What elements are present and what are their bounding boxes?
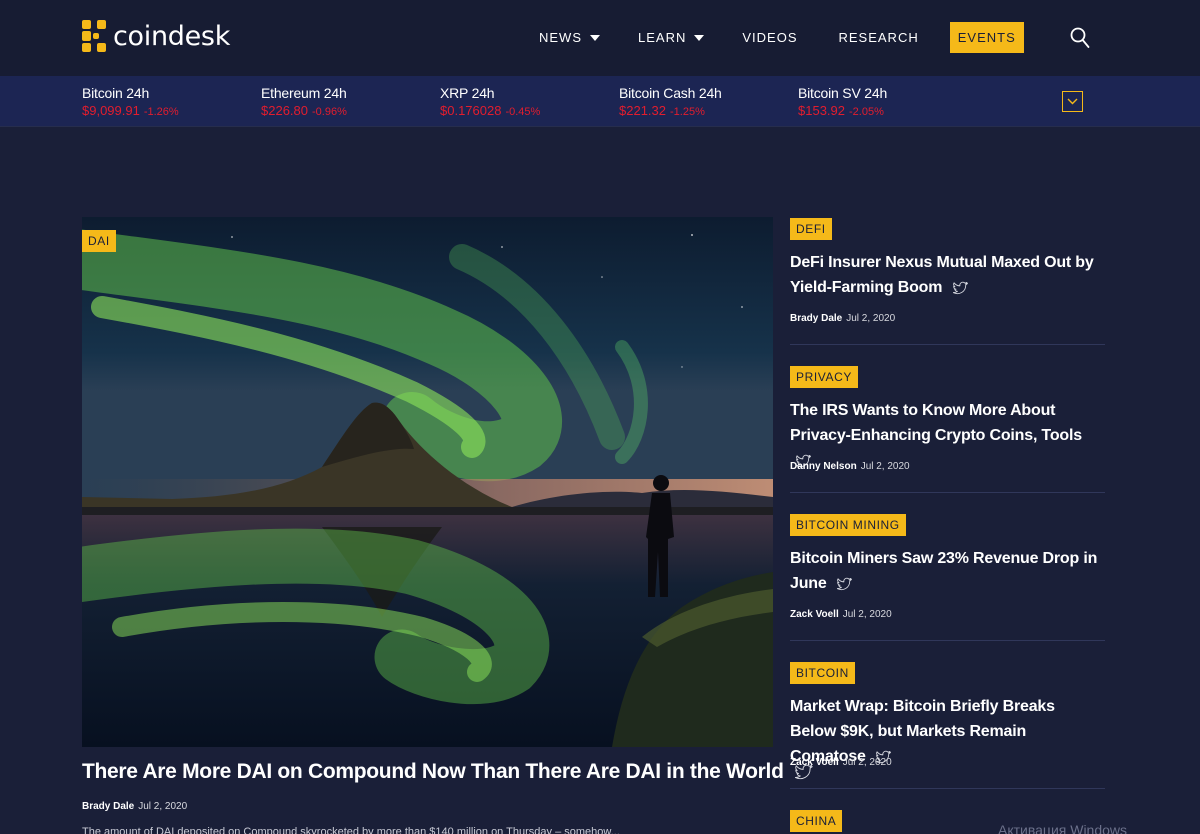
sidebar-byline: Zack Voell Jul 2, 2020 <box>790 757 892 768</box>
ticker-change: -2.05% <box>849 106 884 118</box>
divider <box>790 640 1105 641</box>
ticker-item-bitcoin-sv[interactable]: Bitcoin SV 24h $153.92 -2.05% <box>798 85 887 118</box>
price-ticker: Bitcoin 24h $9,099.91 -1.26% Ethereum 24h… <box>0 76 1200 127</box>
nav-news-label: NEWS <box>539 30 582 45</box>
nav-research-label: RESEARCH <box>838 30 919 45</box>
ticker-price: $226.80 -0.96% <box>261 103 347 118</box>
ticker-price: $221.32 -1.25% <box>619 103 705 118</box>
sidebar-date: Jul 2, 2020 <box>860 461 910 472</box>
chevron-down-icon <box>1067 98 1078 105</box>
hero-date: Jul 2, 2020 <box>138 801 188 812</box>
ticker-name: XRP 24h <box>440 85 495 101</box>
nav-research[interactable]: RESEARCH <box>829 23 927 53</box>
ticker-name: Bitcoin Cash 24h <box>619 85 722 101</box>
sidebar-date: Jul 2, 2020 <box>842 757 892 768</box>
chevron-down-icon <box>694 34 705 41</box>
site-header: coindesk NEWS LEARN VIDEOS RESEARCH EVEN… <box>0 0 1200 76</box>
hero-image[interactable]: DAI <box>82 217 773 747</box>
ticker-change: -0.45% <box>505 106 541 118</box>
ticker-price: $9,099.91 -1.26% <box>82 103 179 118</box>
ticker-item-xrp[interactable]: XRP 24h $0.176028 -0.45% <box>440 85 540 118</box>
search-icon[interactable] <box>1070 27 1090 49</box>
divider <box>790 344 1105 345</box>
hero-headline[interactable]: There Are More DAI on Compound Now Than … <box>82 760 814 784</box>
sidebar-byline: Brady Dale Jul 2, 2020 <box>790 313 895 324</box>
sidebar-date: Jul 2, 2020 <box>842 609 892 620</box>
sidebar-article-title: Bitcoin Miners Saw 23% Revenue Drop in J… <box>790 550 1098 592</box>
coindesk-logo-icon <box>82 20 106 52</box>
sidebar-byline: Danny Nelson Jul 2, 2020 <box>790 461 910 472</box>
sidebar-article-title: DeFi Insurer Nexus Mutual Maxed Out by Y… <box>790 254 1094 296</box>
sidebar-article[interactable]: Bitcoin Miners Saw 23% Revenue Drop in J… <box>790 546 1105 596</box>
sidebar-article[interactable]: DeFi Insurer Nexus Mutual Maxed Out by Y… <box>790 250 1105 300</box>
nav-news[interactable]: NEWS <box>530 23 609 53</box>
sidebar-tag-bitcoin[interactable]: BITCOIN <box>790 662 855 684</box>
ticker-name: Bitcoin 24h <box>82 85 150 101</box>
nav-videos[interactable]: VIDEOS <box>733 23 806 53</box>
nav-learn[interactable]: LEARN <box>629 23 713 53</box>
twitter-icon[interactable] <box>952 281 969 295</box>
aurora-landscape-image <box>82 217 773 747</box>
ticker-change: -0.96% <box>312 106 347 118</box>
sidebar-date: Jul 2, 2020 <box>846 313 896 324</box>
sidebar-author[interactable]: Danny Nelson <box>790 461 857 472</box>
windows-activation-watermark: Активация Windows <box>998 822 1128 834</box>
sidebar-tag-bitcoin-mining[interactable]: BITCOIN MINING <box>790 514 906 536</box>
nav-videos-label: VIDEOS <box>742 30 798 45</box>
sidebar-author[interactable]: Zack Voell <box>790 757 839 768</box>
sidebar-tag-defi[interactable]: DEFI <box>790 218 832 240</box>
ticker-price: $153.92 -2.05% <box>798 103 884 118</box>
brand-name: coindesk <box>113 20 231 52</box>
ticker-item-bitcoin[interactable]: Bitcoin 24h $9,099.91 -1.26% <box>82 85 179 118</box>
hero-byline: Brady Dale Jul 2, 2020 <box>82 801 187 812</box>
hero-author[interactable]: Brady Dale <box>82 801 134 812</box>
twitter-icon[interactable] <box>836 577 853 591</box>
hero-headline-text: There Are More DAI on Compound Now Than … <box>82 760 784 783</box>
sidebar-tag-china[interactable]: CHINA <box>790 810 843 832</box>
nav-events-label: EVENTS <box>957 30 1016 45</box>
sidebar-tag-privacy[interactable]: PRIVACY <box>790 366 858 388</box>
ticker-name: Ethereum 24h <box>261 85 347 101</box>
divider <box>790 788 1105 789</box>
nav-events[interactable]: EVENTS <box>949 22 1024 53</box>
divider <box>790 492 1105 493</box>
nav-learn-label: LEARN <box>638 30 687 45</box>
ticker-price: $0.176028 -0.45% <box>440 103 541 118</box>
sidebar-author[interactable]: Zack Voell <box>790 609 839 620</box>
main-nav: NEWS LEARN VIDEOS RESEARCH EVENTS <box>530 22 1024 53</box>
sidebar-author[interactable]: Brady Dale <box>790 313 842 324</box>
hero-excerpt: The amount of DAI deposited on Compound … <box>82 826 620 834</box>
sidebar-byline: Zack Voell Jul 2, 2020 <box>790 609 892 620</box>
ticker-change: -1.25% <box>670 106 705 118</box>
ticker-item-ethereum[interactable]: Ethereum 24h $226.80 -0.96% <box>261 85 347 118</box>
chevron-down-icon <box>590 34 600 41</box>
ticker-item-bitcoin-cash[interactable]: Bitcoin Cash 24h $221.32 -1.25% <box>619 85 722 118</box>
hero-category-tag[interactable]: DAI <box>82 230 116 252</box>
ticker-name: Bitcoin SV 24h <box>798 85 888 101</box>
ticker-change: -1.26% <box>143 106 179 118</box>
ticker-expand-button[interactable] <box>1062 91 1083 112</box>
logo[interactable]: coindesk <box>82 20 230 52</box>
